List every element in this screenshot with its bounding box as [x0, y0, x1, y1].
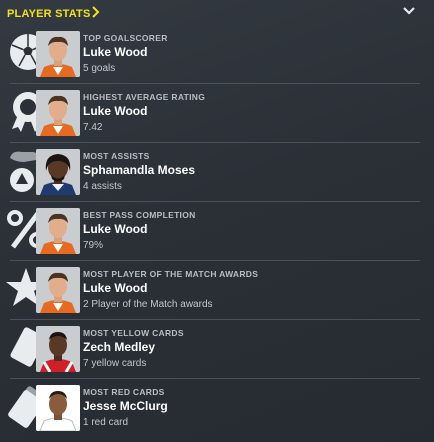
row-divider	[10, 142, 420, 143]
stat-category: HIGHEST AVERAGE RATING	[83, 92, 206, 102]
chevron-right-icon	[92, 6, 100, 18]
stat-value: 5 goals	[83, 63, 116, 74]
stat-category: TOP GOALSCORER	[83, 33, 168, 43]
row-divider	[10, 319, 420, 320]
row-divider	[10, 378, 420, 379]
player-portrait	[36, 208, 80, 254]
player-name[interactable]: Luke Wood	[83, 222, 147, 236]
stat-value: 7.42	[83, 122, 103, 133]
player-name[interactable]: Luke Wood	[83, 281, 147, 295]
stat-row-most-assists[interactable]: MOST ASSISTS Sphamandla Moses 4 assists	[0, 144, 420, 202]
panel-title[interactable]: PLAYER STATS	[7, 8, 91, 20]
stat-row-top-goalscorer[interactable]: TOP GOALSCORER Luke Wood 5 goals	[0, 26, 420, 84]
player-stats-panel: PLAYER STATS TOP GOALSCORER Luke Wood 5 …	[0, 0, 434, 442]
player-portrait	[36, 326, 80, 372]
player-portrait	[36, 149, 80, 195]
stat-category: MOST RED CARDS	[83, 387, 165, 397]
player-portrait	[36, 267, 80, 313]
player-name[interactable]: Luke Wood	[83, 104, 147, 118]
player-portrait	[36, 385, 80, 431]
stat-category: MOST YELLOW CARDS	[83, 328, 184, 338]
stat-row-most-player-of-the-match[interactable]: MOST PLAYER OF THE MATCH AWARDS Luke Woo…	[0, 262, 420, 320]
player-name[interactable]: Luke Wood	[83, 45, 147, 59]
player-name[interactable]: Zech Medley	[83, 340, 155, 354]
row-divider	[10, 201, 420, 202]
stat-row-best-pass-completion[interactable]: BEST PASS COMPLETION Luke Wood 79%	[0, 203, 420, 261]
panel-header[interactable]: PLAYER STATS	[0, 0, 434, 26]
stat-value: 1 red card	[83, 417, 129, 428]
player-portrait	[36, 90, 80, 136]
stat-value: 2 Player of the Match awards	[83, 299, 213, 310]
player-name[interactable]: Jesse McClurg	[83, 399, 168, 413]
stat-category: MOST PLAYER OF THE MATCH AWARDS	[83, 269, 259, 279]
stat-value: 4 assists	[83, 181, 122, 192]
player-name[interactable]: Sphamandla Moses	[83, 163, 195, 177]
row-divider	[10, 260, 420, 261]
stat-row-most-yellow-cards[interactable]: MOST YELLOW CARDS Zech Medley 7 yellow c…	[0, 321, 420, 379]
player-portrait	[36, 31, 80, 77]
stat-value: 79%	[83, 240, 104, 251]
stat-row-highest-average-rating[interactable]: HIGHEST AVERAGE RATING Luke Wood 7.42	[0, 85, 420, 143]
chevron-down-icon[interactable]	[402, 5, 416, 17]
stat-category: MOST ASSISTS	[83, 151, 150, 161]
stat-row-most-red-cards[interactable]: MOST RED CARDS Jesse McClurg 1 red card	[0, 380, 420, 438]
row-divider	[10, 83, 420, 84]
stat-category: BEST PASS COMPLETION	[83, 210, 196, 220]
stat-value: 7 yellow cards	[83, 358, 147, 369]
